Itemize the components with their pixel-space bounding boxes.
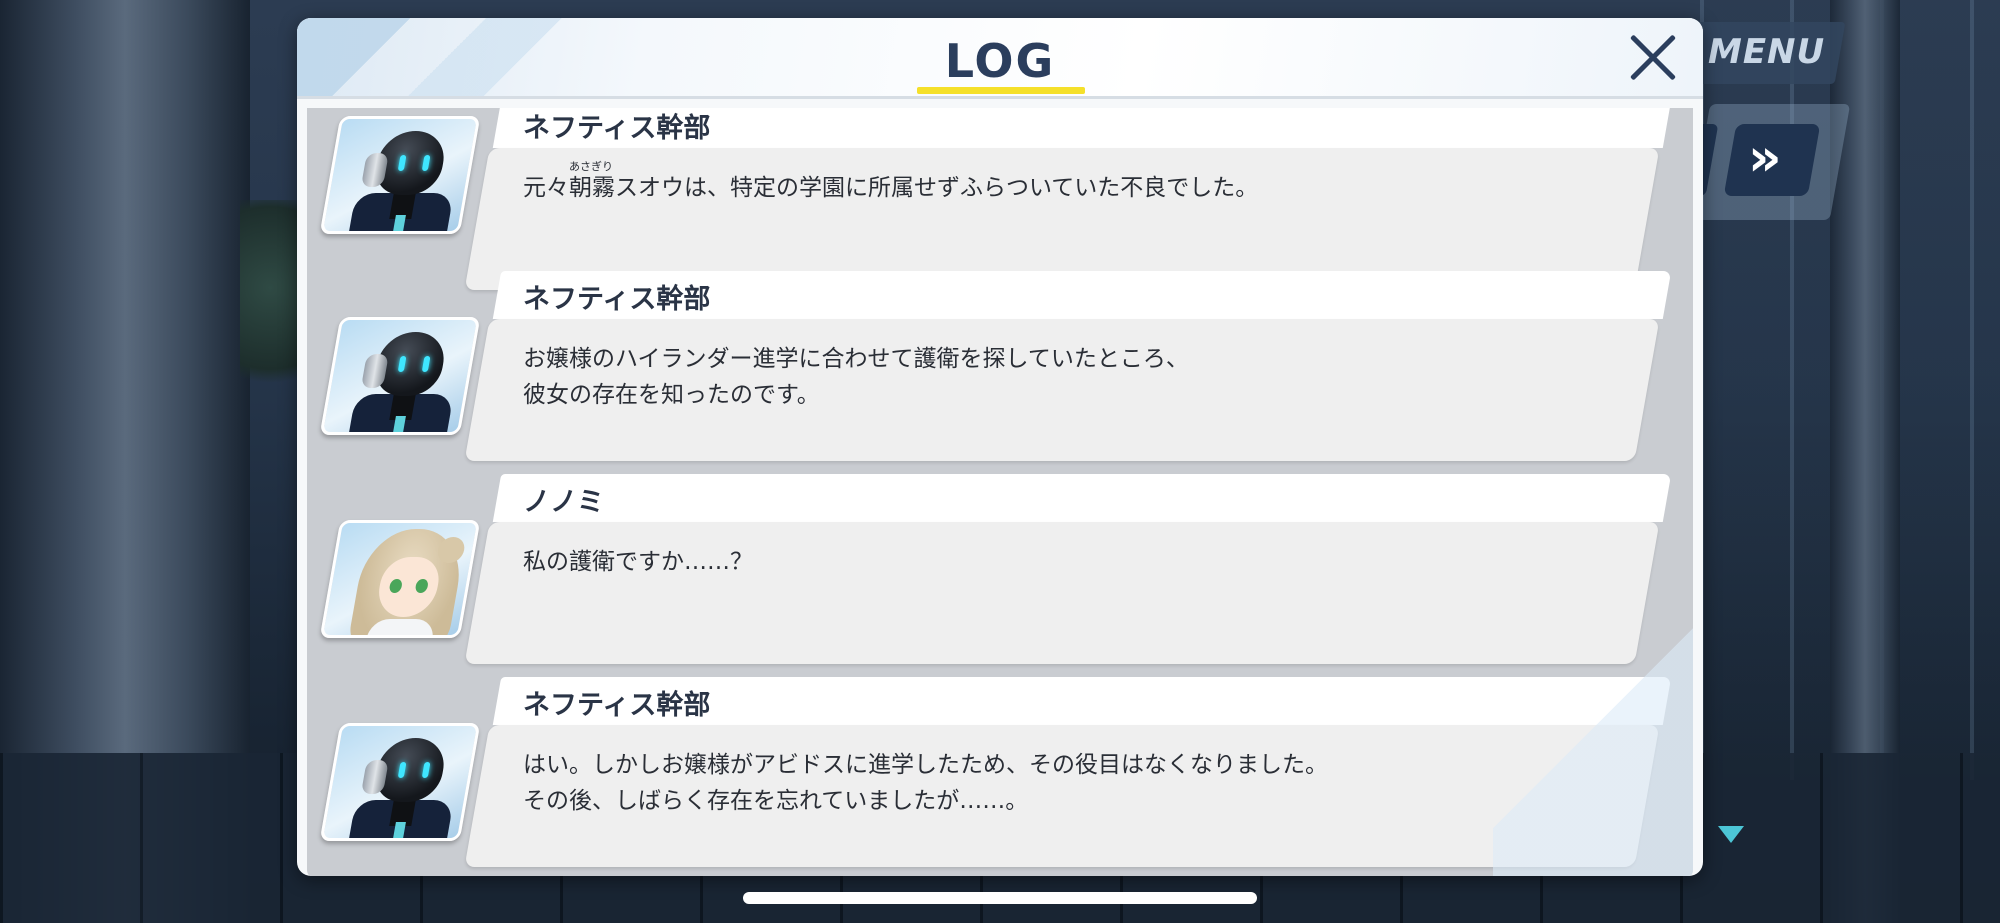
log-entry: ネフティス幹部 あさぎり 元々朝霧スオウは、特定の学園に所属せずふらついていた不… <box>307 108 1693 290</box>
message-text: お嬢様のハイランダー進学に合わせて護衛を探していたところ、 彼女の存在を知ったの… <box>523 346 1189 408</box>
speaker-name: ネフティス幹部 <box>523 113 711 144</box>
speaker-portrait <box>319 723 481 841</box>
name-bar <box>492 474 1672 522</box>
message-text: 元々朝霧スオウは、特定の学園に所属せずふらついていた不良でした。 <box>523 175 1259 201</box>
fast-forward-icon: » <box>1748 128 1782 188</box>
log-entry: ノノミ 私の護衛ですか……？ <box>307 474 1693 674</box>
speaker-name: ネフティス幹部 <box>523 690 711 721</box>
next-arrow-icon <box>1718 826 1744 843</box>
speaker-portrait <box>319 116 481 234</box>
log-entry: ネフティス幹部 お嬢様のハイランダー進学に合わせて護衛を探していたところ、 彼女… <box>307 271 1693 471</box>
log-panel: LOG ネフティス幹部 あさぎり 元々朝霧スオウは、特定の学園に所属せずふらつい… <box>297 18 1703 876</box>
log-title: LOG <box>944 34 1056 88</box>
speaker-portrait <box>319 317 481 435</box>
log-header: LOG <box>297 18 1703 96</box>
close-icon[interactable] <box>1625 28 1685 88</box>
log-entry: ネフティス幹部 はい。しかしお嬢様がアビドスに進学したため、その役目はなくなりま… <box>307 677 1693 876</box>
speaker-name: ノノミ <box>523 487 604 518</box>
speaker-name: ネフティス幹部 <box>523 284 711 315</box>
home-indicator[interactable] <box>743 892 1257 904</box>
message-text: 私の護衛ですか……？ <box>523 549 753 575</box>
log-list[interactable]: ネフティス幹部 あさぎり 元々朝霧スオウは、特定の学園に所属せずふらついていた不… <box>307 108 1693 876</box>
title-underline <box>917 87 1085 94</box>
header-divider <box>297 96 1703 99</box>
menu-button-label: MENU <box>1708 32 1826 72</box>
speaker-portrait <box>319 520 481 638</box>
background-tree <box>240 200 300 420</box>
message-text: はい。しかしお嬢様がアビドスに進学したため、その役目はなくなりました。 その後、… <box>523 752 1328 814</box>
